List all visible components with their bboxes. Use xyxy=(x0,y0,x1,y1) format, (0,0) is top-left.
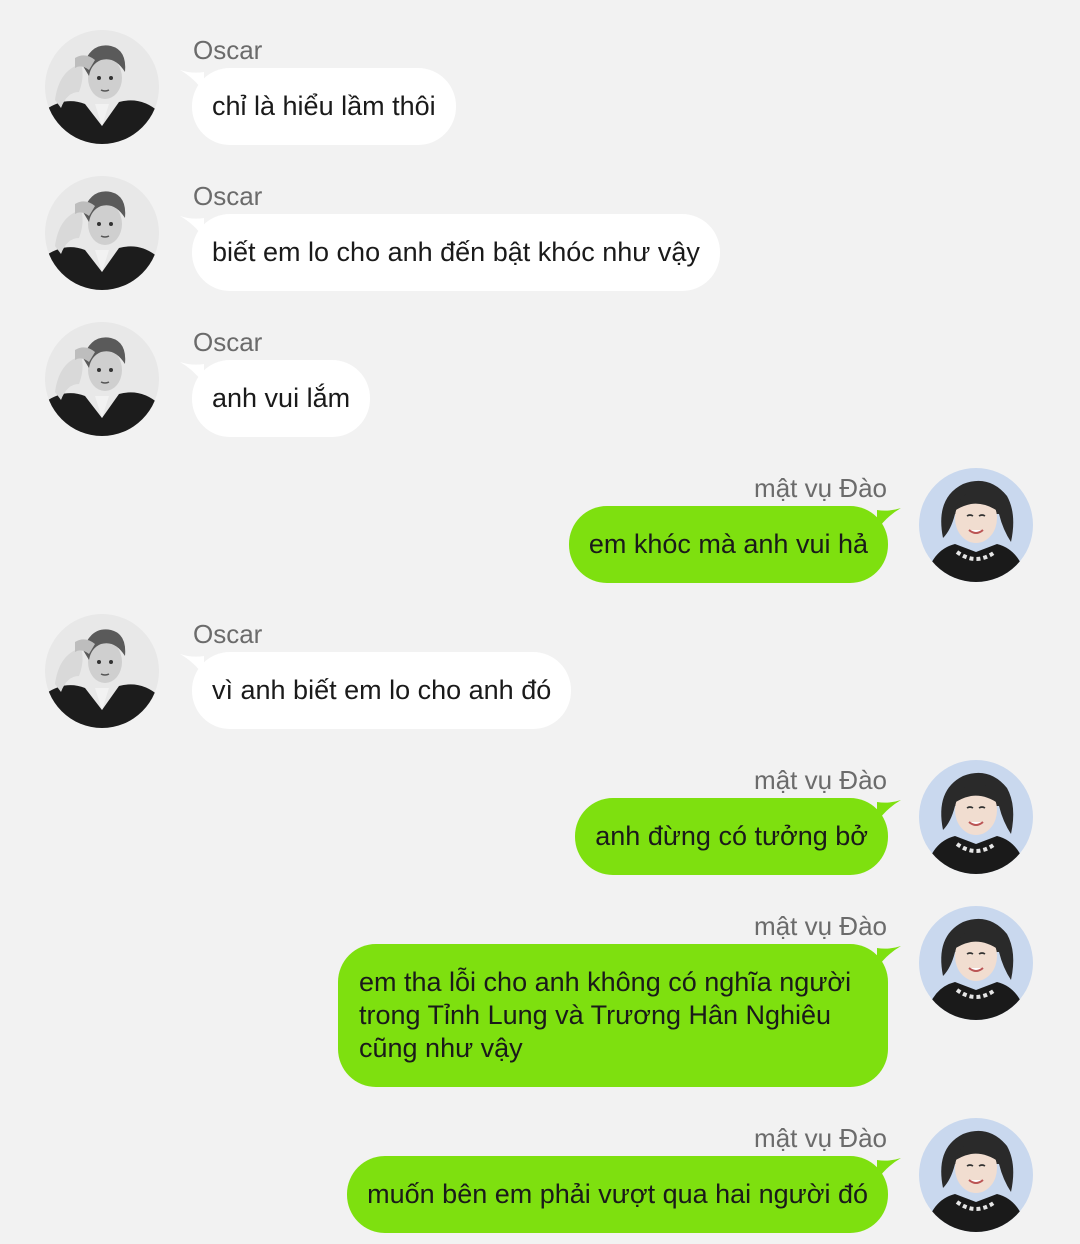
sender-name: mật vụ Đào xyxy=(754,473,887,503)
message-bubble[interactable]: muốn bên em phải vượt qua hai người đó xyxy=(347,1156,888,1233)
message-bubble[interactable]: em khóc mà anh vui hả xyxy=(568,506,888,583)
oscar-avatar[interactable] xyxy=(45,614,159,728)
dao-avatar[interactable] xyxy=(919,906,1033,1020)
sender-name: Oscar xyxy=(193,327,263,357)
oscar-avatar[interactable] xyxy=(45,176,159,290)
oscar-avatar[interactable] xyxy=(45,30,159,144)
message-bubble[interactable]: anh đừng có tưởng bở xyxy=(575,798,888,875)
message-bubble[interactable]: em tha lỗi cho anh không có nghĩa người … xyxy=(338,944,888,1087)
oscar-avatar[interactable] xyxy=(45,322,159,436)
dao-avatar[interactable] xyxy=(919,1118,1033,1232)
message-bubble[interactable]: vì anh biết em lo cho anh đó xyxy=(192,652,572,729)
sender-name: Oscar xyxy=(193,35,263,65)
dao-avatar[interactable] xyxy=(919,760,1033,874)
dao-avatar[interactable] xyxy=(919,468,1033,582)
sender-name: mật vụ Đào xyxy=(754,1123,887,1153)
sender-name: Oscar xyxy=(193,619,263,649)
sender-name: mật vụ Đào xyxy=(754,911,887,941)
message-bubble[interactable]: chỉ là hiểu lầm thôi xyxy=(192,68,456,145)
sender-name: Oscar xyxy=(193,181,263,211)
sender-name: mật vụ Đào xyxy=(754,765,887,795)
message-bubble[interactable]: anh vui lắm xyxy=(192,360,371,437)
message-bubble[interactable]: biết em lo cho anh đến bật khóc như vậy xyxy=(192,214,720,291)
